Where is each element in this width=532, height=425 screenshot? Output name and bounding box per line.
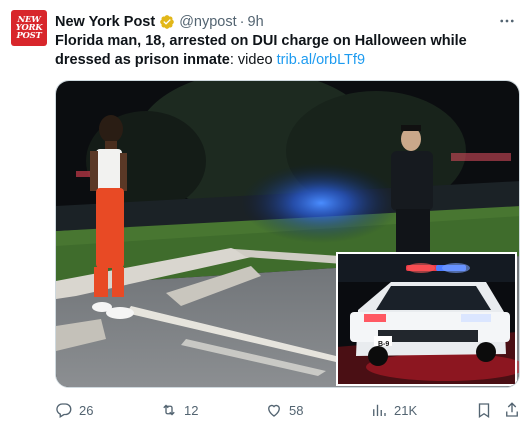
views-button[interactable]: 21K: [370, 398, 417, 422]
retweet-icon: [163, 404, 175, 416]
tweet-media-video[interactable]: B-9: [55, 80, 520, 388]
tweet-text: Florida man, 18, arrested on DUI charge …: [55, 32, 520, 70]
views-chart-icon: [373, 404, 386, 416]
more-horizontal-icon[interactable]: [498, 12, 516, 33]
bookmark-button[interactable]: [475, 398, 493, 422]
tweet[interactable]: NEW YORK POST New York Post @nypost · 9h…: [0, 0, 532, 425]
tweet-link[interactable]: trib.al/orbLTf9: [277, 52, 365, 68]
verified-badge-icon[interactable]: [159, 14, 175, 30]
tweet-actions: 26 12 58 21K: [55, 398, 521, 422]
author-handle[interactable]: @nypost: [179, 14, 236, 30]
share-icon: [506, 402, 518, 417]
retweet-button[interactable]: 12: [160, 398, 198, 422]
retweet-count: 12: [184, 402, 199, 418]
bookmark-icon: [478, 403, 490, 419]
reply-count: 26: [79, 402, 94, 418]
like-count: 58: [289, 402, 304, 418]
inset-frame: [336, 252, 517, 386]
avatar-logo-line-3: POST: [16, 31, 42, 41]
separator-dot: ·: [239, 14, 245, 30]
tweet-header: New York Post @nypost · 9h: [55, 12, 264, 32]
like-button[interactable]: 58: [265, 398, 303, 422]
views-count: 21K: [394, 402, 418, 418]
avatar[interactable]: NEW YORK POST: [11, 10, 47, 46]
author-name[interactable]: New York Post: [55, 14, 155, 30]
reply-icon: [56, 403, 72, 418]
heart-icon: [268, 404, 280, 417]
tweet-text-suffix: : video: [229, 52, 277, 68]
timestamp[interactable]: 9h: [248, 14, 264, 30]
reply-button[interactable]: 26: [55, 398, 93, 422]
share-button[interactable]: [503, 398, 521, 422]
